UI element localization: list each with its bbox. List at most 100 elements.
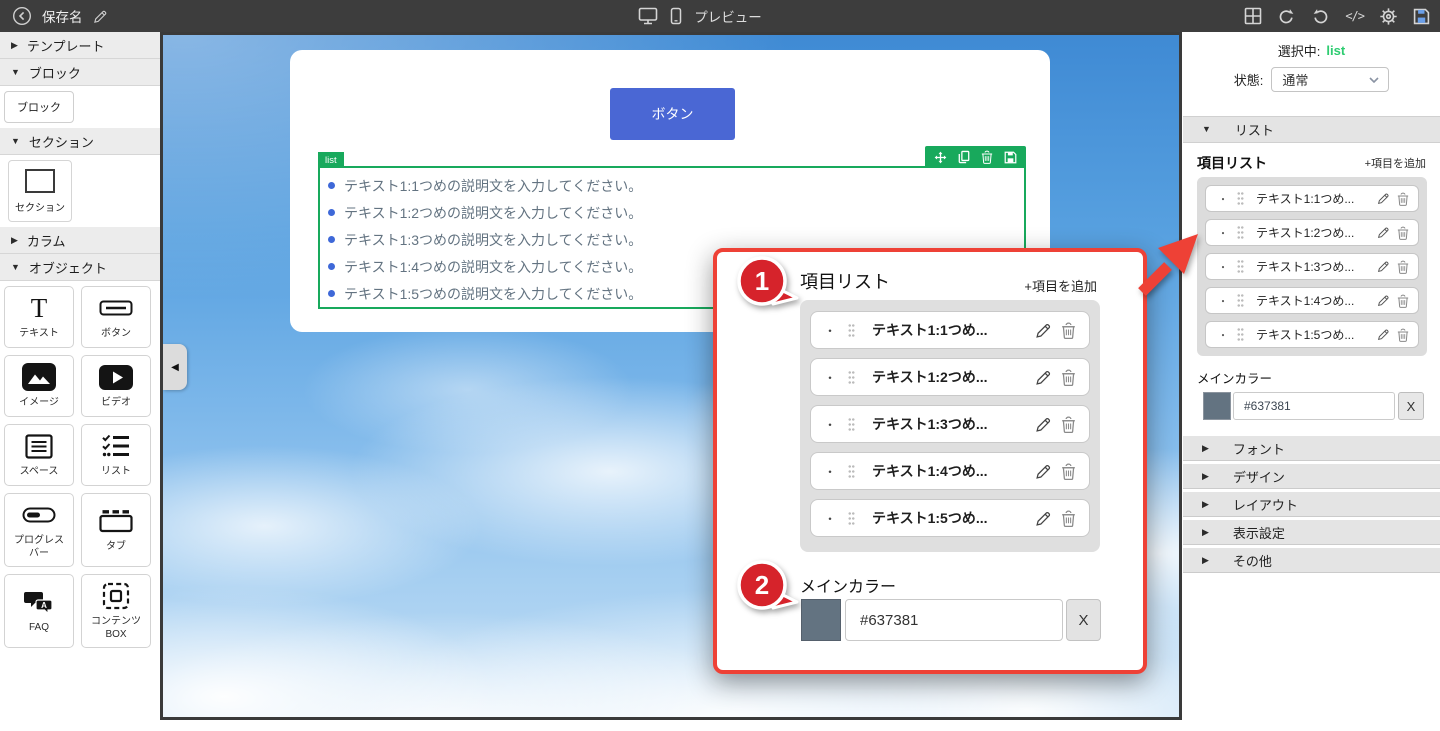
block-card[interactable]: ブロック	[4, 91, 74, 123]
edit-item-icon[interactable]	[1377, 294, 1390, 307]
panel-section-display[interactable]: ▶表示設定	[1183, 520, 1440, 545]
object-card-space[interactable]: スペース	[4, 424, 74, 486]
object-card-video[interactable]: ビデオ	[81, 355, 151, 417]
left-sidebar: ▶ テンプレート ▼ ブロック ブロック ▼ セクション セクション ▶ カラム…	[0, 32, 160, 731]
delete-item-icon[interactable]	[1397, 192, 1409, 206]
chevron-down-icon: ▼	[11, 137, 20, 146]
state-select[interactable]: 通常	[1271, 67, 1389, 92]
drag-handle-icon[interactable]	[848, 370, 855, 385]
panel-section-list[interactable]: ▼ リスト	[1183, 116, 1440, 143]
save-block-icon[interactable]	[1004, 151, 1017, 164]
item-row[interactable]: ・テキスト1:2つめ...	[810, 358, 1090, 396]
delete-item-icon[interactable]	[1397, 328, 1409, 342]
delete-item-icon[interactable]	[1061, 463, 1076, 480]
list-item-text: テキスト1:5つめの説明文を入力してください。	[344, 284, 642, 304]
drag-handle-icon[interactable]	[1237, 293, 1244, 308]
drag-handle-icon[interactable]	[848, 323, 855, 338]
sidebar-section-object[interactable]: ▼ オブジェクト	[0, 254, 160, 281]
sidebar-section-template[interactable]: ▶ テンプレート	[0, 32, 160, 59]
desktop-preview-icon[interactable]	[638, 7, 658, 25]
delete-item-icon[interactable]	[1397, 260, 1409, 274]
settings-gear-icon[interactable]	[1379, 7, 1398, 26]
drag-handle-icon[interactable]	[1237, 191, 1244, 206]
delete-item-icon[interactable]	[1397, 294, 1409, 308]
panel-section-design[interactable]: ▶デザイン	[1183, 464, 1440, 489]
add-item-button[interactable]: +項目を追加	[1024, 276, 1097, 295]
delete-item-icon[interactable]	[1397, 226, 1409, 240]
edit-item-icon[interactable]	[1035, 463, 1052, 480]
add-item-button[interactable]: +項目を追加	[1365, 155, 1426, 171]
redo-icon[interactable]	[1311, 7, 1330, 26]
mobile-preview-icon[interactable]	[670, 7, 682, 25]
canvas-button-object[interactable]: ボタン	[610, 88, 735, 140]
item-row[interactable]: ・テキスト1:2つめ...	[1205, 219, 1419, 246]
main-color-input[interactable]	[1233, 392, 1395, 420]
delete-item-icon[interactable]	[1061, 369, 1076, 386]
object-card-button[interactable]: ボタン	[81, 286, 151, 348]
edit-title-pencil-icon[interactable]	[93, 9, 108, 24]
object-card-faq[interactable]: A FAQ	[4, 574, 74, 648]
list-item[interactable]: テキスト1:2つめの説明文を入力してください。	[328, 199, 1024, 226]
color-swatch[interactable]	[801, 599, 841, 641]
layout-grid-icon[interactable]	[1244, 7, 1262, 25]
item-text: テキスト1:3つめ...	[872, 414, 1026, 434]
item-row[interactable]: ・テキスト1:1つめ...	[810, 311, 1090, 349]
drag-handle-icon[interactable]	[848, 417, 855, 432]
delete-item-icon[interactable]	[1061, 322, 1076, 339]
panel-section-font[interactable]: ▶フォント	[1183, 436, 1440, 461]
list-item[interactable]: テキスト1:1つめの説明文を入力してください。	[328, 172, 1024, 199]
step-1-badge: 1	[735, 254, 799, 312]
item-row[interactable]: ・テキスト1:3つめ...	[1205, 253, 1419, 280]
preview-label[interactable]: プレビュー	[694, 6, 762, 26]
undo-icon[interactable]	[1277, 7, 1296, 26]
drag-handle-icon[interactable]	[848, 511, 855, 526]
item-row[interactable]: ・テキスト1:4つめ...	[1205, 287, 1419, 314]
edit-item-icon[interactable]	[1377, 260, 1390, 273]
object-card-image[interactable]: イメージ	[4, 355, 74, 417]
drag-handle-icon[interactable]	[1237, 259, 1244, 274]
selected-label: 選択中:	[1278, 41, 1321, 60]
tutorial-popup: 1 項目リスト +項目を追加 ・テキスト1:1つめ... ・テキスト1:2つめ.…	[713, 248, 1147, 674]
state-select-value: 通常	[1282, 70, 1308, 89]
delete-item-icon[interactable]	[1061, 510, 1076, 527]
edit-item-icon[interactable]	[1035, 416, 1052, 433]
edit-item-icon[interactable]	[1035, 322, 1052, 339]
sidebar-section-section[interactable]: ▼ セクション	[0, 128, 160, 155]
panel-section-layout[interactable]: ▶レイアウト	[1183, 492, 1440, 517]
sidebar-section-column[interactable]: ▶ カラム	[0, 227, 160, 254]
edit-item-icon[interactable]	[1035, 510, 1052, 527]
save-icon[interactable]	[1413, 8, 1430, 25]
code-icon[interactable]: </>	[1345, 9, 1364, 23]
item-row[interactable]: ・テキスト1:5つめ...	[810, 499, 1090, 537]
clear-color-button[interactable]: X	[1066, 599, 1101, 641]
bullet-icon: ・	[1218, 259, 1228, 274]
section-card[interactable]: セクション	[8, 160, 72, 222]
delete-item-icon[interactable]	[1061, 416, 1076, 433]
object-card-progressbar[interactable]: プログレスバー	[4, 493, 74, 567]
item-row[interactable]: ・テキスト1:1つめ...	[1205, 185, 1419, 212]
sidebar-section-block[interactable]: ▼ ブロック	[0, 59, 160, 86]
panel-section-other[interactable]: ▶その他	[1183, 548, 1440, 573]
item-row[interactable]: ・テキスト1:5つめ...	[1205, 321, 1419, 348]
edit-item-icon[interactable]	[1377, 192, 1390, 205]
edit-item-icon[interactable]	[1377, 226, 1390, 239]
edit-item-icon[interactable]	[1377, 328, 1390, 341]
delete-block-icon[interactable]	[981, 150, 993, 164]
back-icon[interactable]	[12, 6, 32, 26]
duplicate-block-icon[interactable]	[958, 150, 970, 164]
edit-item-icon[interactable]	[1035, 369, 1052, 386]
drag-handle-icon[interactable]	[1237, 327, 1244, 342]
sidebar-collapse-handle[interactable]: ◀	[163, 344, 187, 390]
drag-handle-icon[interactable]	[848, 464, 855, 479]
object-card-text[interactable]: T テキスト	[4, 286, 74, 348]
drag-handle-icon[interactable]	[1237, 225, 1244, 240]
object-card-tab[interactable]: タブ	[81, 493, 151, 567]
item-row[interactable]: ・テキスト1:3つめ...	[810, 405, 1090, 443]
clear-color-button[interactable]: X	[1398, 392, 1424, 420]
object-card-list[interactable]: リスト	[81, 424, 151, 486]
item-row[interactable]: ・テキスト1:4つめ...	[810, 452, 1090, 490]
color-swatch[interactable]	[1203, 392, 1231, 420]
object-card-contentbox[interactable]: コンテンツBOX	[81, 574, 151, 648]
move-block-icon[interactable]	[934, 151, 947, 164]
main-color-input[interactable]	[845, 599, 1063, 641]
